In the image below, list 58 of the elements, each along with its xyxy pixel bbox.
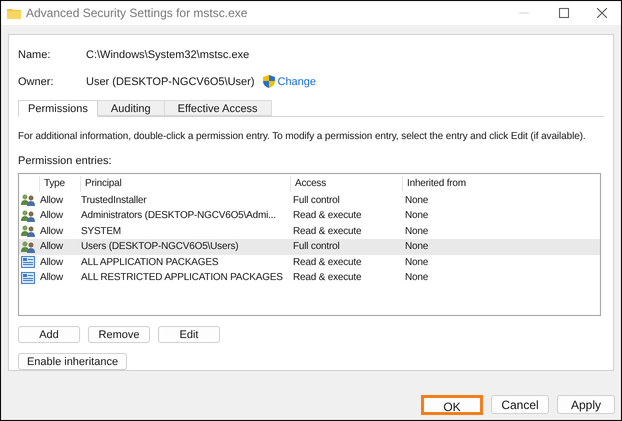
tab[interactable]: Auditing [98, 100, 165, 116]
close-icon[interactable] [597, 8, 607, 18]
field-value: C:\Windows\System32\mstsc.exe [86, 48, 250, 63]
change-link[interactable]: Change [278, 74, 316, 90]
table-cell-text: Full control [292, 240, 341, 254]
table-cell-text: Allow [39, 194, 64, 208]
table-cell-text: Read & execute [292, 271, 362, 286]
list-button[interactable]: Remove [88, 326, 150, 343]
folder-icon [7, 8, 21, 18]
table-cell-text: Allow [39, 224, 64, 239]
table-cell-text: None [404, 240, 430, 254]
enable-inheritance-button[interactable]: Enable inheritance [18, 353, 127, 370]
dialog-button[interactable]: Cancel [491, 395, 549, 414]
table-cell-text: Read & execute [292, 256, 362, 270]
permission-row[interactable]: Allow Users (DESKTOP-NGCV6O5\Users) Full control None [19, 239, 600, 254]
users-icon [21, 194, 35, 206]
table-cell-text: None [404, 224, 430, 239]
table-cell-text: Administrators (DESKTOP-NGCV6O5\Admi... [80, 209, 277, 224]
users-icon [21, 240, 35, 253]
table-cell-text: Full control [292, 194, 341, 208]
table-cell-text: Allow [39, 271, 64, 286]
table-cell-text: Allow [39, 256, 64, 270]
column-header[interactable]: Access [290, 176, 402, 192]
tab[interactable]: Effective Access [164, 100, 272, 116]
package-icon [21, 256, 35, 268]
table-cell-text: Read & execute [292, 209, 362, 224]
table-cell-text: Read & execute [292, 224, 362, 239]
list-button[interactable]: Add [18, 326, 80, 343]
shield-icon [262, 75, 274, 88]
tab[interactable]: Permissions [18, 100, 98, 117]
list-button[interactable]: Edit [158, 326, 220, 343]
package-icon [21, 272, 35, 284]
table-cell-text: None [404, 256, 430, 270]
info-text: For additional information, double-click a permission entry. To modify a permission entry, select the entry and click Edit (if available). [18, 130, 586, 144]
window-title: Advanced Security Settings for mstsc.exe [26, 5, 248, 22]
table-cell-text: Users (DESKTOP-NGCV6O5\Users) [80, 240, 240, 254]
dialog-button[interactable]: Apply [557, 395, 615, 414]
users-icon [21, 225, 35, 238]
column-header[interactable]: Inherited from [402, 176, 600, 192]
table-cell-text: None [404, 271, 430, 286]
table-cell-text: TrustedInstaller [80, 194, 148, 208]
table-cell-text: ALL RESTRICTED APPLICATION PACKAGES [80, 271, 284, 286]
table-cell-text: Allow [39, 209, 64, 224]
maximize-icon[interactable] [559, 8, 569, 18]
field-label: Name: [18, 48, 52, 63]
column-header[interactable]: Type [39, 176, 80, 192]
table-cell-text: SYSTEM [80, 224, 122, 239]
field-label: Owner: [18, 74, 54, 90]
table-cell-text: None [404, 209, 430, 224]
table-cell-text: None [404, 194, 430, 208]
list-label: Permission entries: [18, 154, 113, 169]
permission-row[interactable]: Allow ALL APPLICATION PACKAGES Read & execute None [19, 254, 600, 270]
column-header[interactable]: Principal [80, 176, 290, 192]
users-icon [21, 210, 35, 222]
dialog-button[interactable]: OK [421, 395, 483, 415]
table-cell-text: ALL APPLICATION PACKAGES [80, 256, 220, 270]
field-value: User (DESKTOP-NGCV6O5\User) [86, 74, 254, 90]
table-cell-text: Allow [39, 240, 64, 254]
